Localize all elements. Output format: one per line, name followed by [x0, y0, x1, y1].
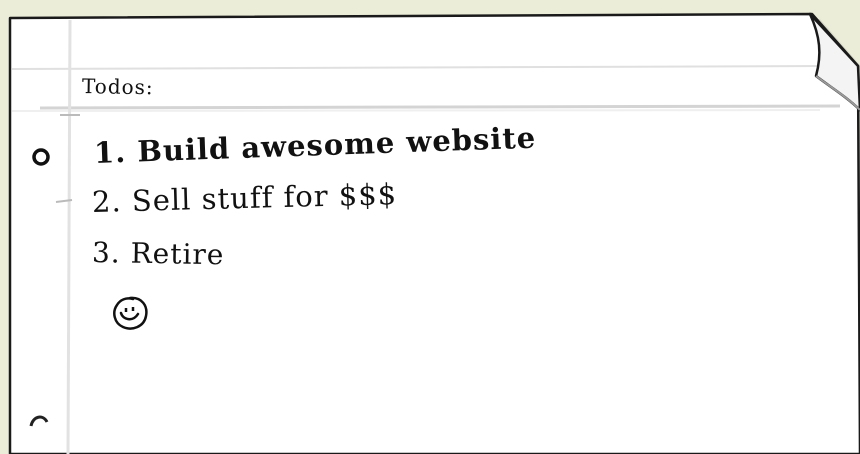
page-curl-icon — [808, 12, 860, 112]
notebook-page: Todos: 1. Build awesome website 2. Sell … — [0, 0, 860, 454]
paper-sheet — [8, 12, 860, 454]
smiley-face-icon — [113, 296, 148, 330]
punch-hole-icon — [29, 415, 49, 427]
note-title: Todos: — [81, 74, 154, 100]
punch-hole-icon — [32, 148, 50, 166]
todo-item-3: 3. Retire — [91, 236, 225, 272]
